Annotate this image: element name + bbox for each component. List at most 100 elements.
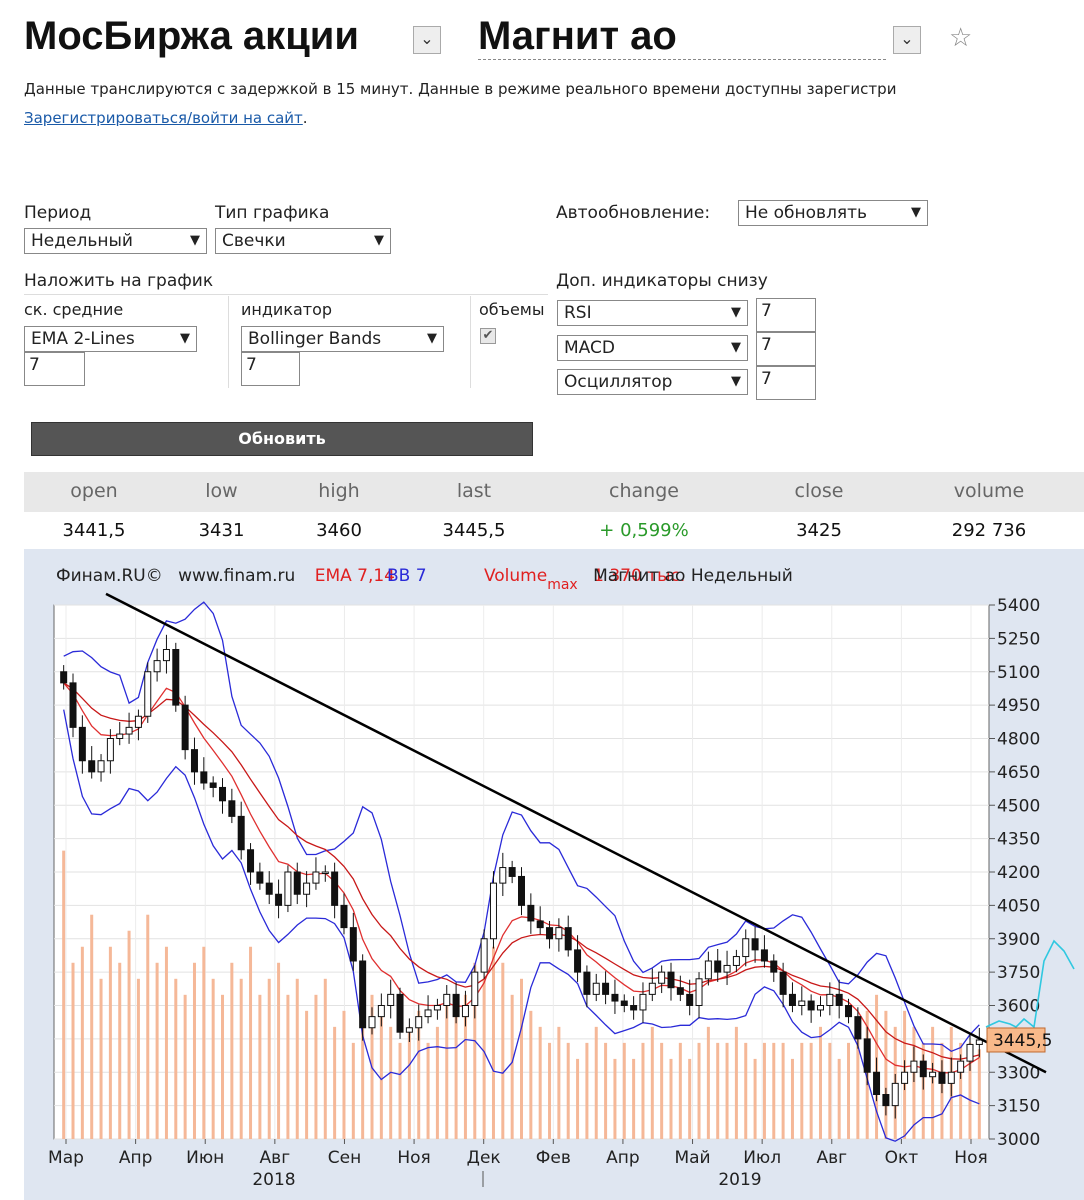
candle-body	[387, 993, 395, 1006]
period-select[interactable]: Недельный ▼	[24, 228, 207, 254]
volume-bar	[772, 1042, 776, 1139]
volume-bar	[491, 946, 495, 1139]
candle-body	[620, 1000, 628, 1006]
y-tick-label: 4050	[997, 896, 1040, 916]
volume-bar	[650, 1026, 654, 1139]
extra-indicator-select-1[interactable]: RSI ▼	[557, 300, 748, 326]
chart-type-select[interactable]: Свечки ▼	[215, 228, 391, 254]
volume-bar	[230, 962, 234, 1139]
candle-body	[957, 1060, 965, 1073]
volume-bar	[155, 962, 159, 1139]
candle-body	[518, 875, 525, 906]
candle-body	[574, 949, 582, 973]
extra-indicator-select-2[interactable]: MACD ▼	[557, 335, 748, 361]
volume-bar	[501, 962, 505, 1139]
volume-bar	[295, 978, 299, 1139]
candle-body	[835, 993, 843, 1006]
candle-body	[377, 1005, 385, 1018]
select-arrow-icon: ▼	[427, 331, 437, 346]
autorefresh-select[interactable]: Не обновлять ▼	[738, 200, 928, 226]
overlay-label: Наложить на график	[24, 271, 214, 291]
volume-bar	[809, 1042, 813, 1139]
overlay-divider	[24, 294, 548, 295]
x-tick-label: Мар	[48, 1148, 84, 1168]
volume-bar	[183, 994, 187, 1139]
volume-bar	[305, 1010, 309, 1139]
extra-indicator-input-1[interactable]: 7	[756, 298, 816, 332]
select-arrow-icon: ▼	[731, 374, 741, 389]
volumes-checkbox[interactable]: ✔	[480, 328, 496, 344]
extra-indicator-input-3[interactable]: 7	[756, 366, 816, 400]
ticker-title[interactable]: Магнит ао	[478, 14, 886, 60]
extra-indicator-value: RSI	[564, 303, 592, 323]
candle-body	[461, 1005, 469, 1018]
volume-bar	[136, 978, 140, 1139]
y-tick-label: 3750	[997, 963, 1040, 983]
candle-body	[247, 849, 255, 873]
quote-header-volume: volume	[953, 480, 1025, 502]
extra-indicator-input-2[interactable]: 7	[756, 332, 816, 366]
candle-body	[181, 704, 189, 751]
volume-bar	[781, 1042, 785, 1139]
x-tick-label: Июн	[186, 1148, 224, 1168]
price-chart[interactable]: 5400 5250 5100 4950 4800 4650 4500 4350 4200 4050…	[24, 549, 1084, 1200]
candle-body	[947, 1071, 955, 1084]
candle-body	[284, 871, 292, 906]
volume-bar	[576, 1058, 580, 1139]
quote-header-high: high	[318, 480, 360, 502]
indicator-select[interactable]: Bollinger Bands ▼	[241, 326, 444, 352]
candle-body	[658, 971, 666, 984]
candle-body	[714, 960, 722, 973]
volume-bar	[557, 1026, 561, 1139]
ticker-dropdown-button[interactable]: ⌄	[893, 26, 921, 54]
ma-label: ск. средние	[24, 300, 124, 319]
volume-bar	[548, 1042, 552, 1139]
candle-body	[349, 927, 357, 962]
ma-select[interactable]: EMA 2-Lines ▼	[24, 326, 197, 352]
candle-body	[172, 649, 180, 706]
volume-bar	[80, 946, 84, 1139]
volume-bar	[239, 978, 243, 1139]
candle-body	[686, 993, 694, 1006]
candle-body	[770, 960, 778, 973]
candle-body	[200, 771, 208, 784]
candle-body	[265, 882, 273, 895]
y-tick-label: 4200	[997, 863, 1040, 883]
candle-body	[78, 726, 86, 762]
x-tick-label: Дек	[467, 1148, 501, 1168]
volume-bar	[510, 994, 514, 1139]
candle-body	[555, 927, 563, 940]
candle-body	[798, 1000, 806, 1006]
candle-body	[60, 671, 68, 684]
volume-bar	[286, 994, 290, 1139]
candle-body	[303, 882, 311, 895]
candle-body	[910, 1060, 918, 1073]
extra-indicator-select-3[interactable]: Осциллятор ▼	[557, 369, 748, 395]
candle-body	[321, 871, 329, 874]
candle-body	[602, 982, 610, 995]
favorite-star-icon[interactable]: ☆	[949, 24, 972, 52]
x-tick-label: Апр	[606, 1148, 640, 1168]
register-login-link[interactable]: Зарегистрироваться/войти на сайт	[24, 109, 303, 127]
indicator-value: Bollinger Bands	[248, 329, 382, 349]
chart-type-label: Тип графика	[215, 203, 330, 223]
candle-body	[854, 1016, 862, 1040]
candle-body	[536, 920, 544, 929]
market-dropdown-button[interactable]: ⌄	[413, 26, 441, 54]
candle-body	[452, 993, 460, 1018]
y-tick-label: 4950	[997, 696, 1040, 716]
candle-body	[826, 993, 834, 1006]
y-tick-label: 5100	[997, 663, 1040, 683]
candle-body	[97, 760, 105, 773]
candle-body	[732, 956, 740, 966]
refresh-button[interactable]: Обновить	[31, 422, 533, 456]
x-tick-label: Окт	[885, 1148, 919, 1168]
ma-period-input[interactable]: 7	[24, 352, 85, 386]
select-arrow-icon: ▼	[374, 233, 384, 248]
candle-body	[368, 1016, 376, 1029]
volume-bar	[706, 1026, 710, 1139]
indicator-period-input[interactable]: 7	[241, 352, 300, 386]
select-arrow-icon: ▼	[731, 340, 741, 355]
quote-low-value: 3431	[198, 520, 245, 541]
volume-bar	[277, 962, 281, 1139]
